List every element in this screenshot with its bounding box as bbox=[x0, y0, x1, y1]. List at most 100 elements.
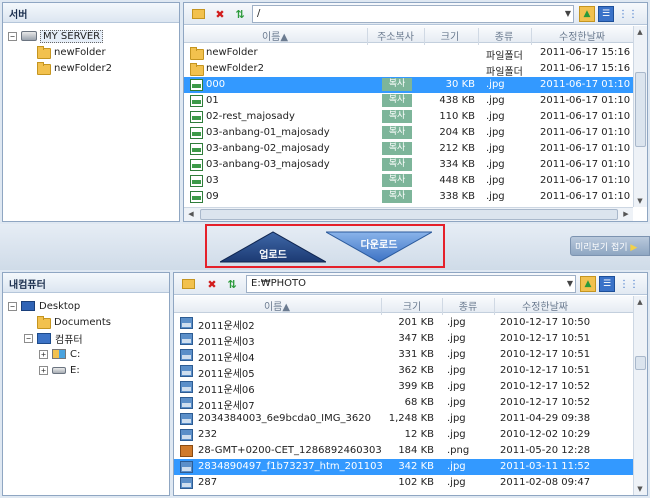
column-modified[interactable]: 수정한날짜 bbox=[532, 28, 632, 43]
copy-address-button[interactable]: 복사 bbox=[382, 142, 412, 155]
tree-item-my-server[interactable]: − MY SERVER bbox=[8, 28, 104, 44]
server-horizontal-scrollbar[interactable]: ◀ ▶ bbox=[184, 207, 633, 221]
copy-address-button[interactable]: 복사 bbox=[382, 174, 412, 187]
file-type: 파일폴더 bbox=[486, 51, 523, 62]
chevron-down-icon[interactable]: ▼ bbox=[567, 279, 573, 288]
tree-item-newfolder2[interactable]: newFolder2 bbox=[37, 60, 112, 76]
folder-icon bbox=[37, 46, 51, 59]
refresh-button[interactable]: ⇅ bbox=[232, 6, 248, 22]
table-row[interactable]: 2011운세04 331 KB .jpg 2010-12-17 10:51 bbox=[174, 347, 633, 364]
jpg-file-icon bbox=[190, 159, 203, 171]
column-size[interactable]: 크기 bbox=[425, 28, 475, 43]
collapse-icon[interactable]: − bbox=[8, 31, 17, 41]
file-type: .jpg bbox=[486, 159, 505, 170]
upload-button[interactable]: 업로드 bbox=[218, 230, 328, 264]
scroll-thumb[interactable] bbox=[635, 72, 646, 147]
thumbnail-view-button[interactable]: ⋮⋮ bbox=[619, 276, 639, 292]
tree-item-documents[interactable]: Documents bbox=[37, 314, 111, 330]
tree-item-desktop[interactable]: − Desktop bbox=[8, 298, 80, 314]
table-row[interactable]: 03-anbang-02_majosady 복사 212 KB .jpg 2011-06… bbox=[184, 141, 633, 157]
file-name: 03-anbang-01_majosady bbox=[206, 127, 330, 138]
chevron-down-icon[interactable]: ▼ bbox=[565, 9, 571, 18]
image-file-icon bbox=[180, 365, 193, 377]
download-button[interactable]: 다운로드 bbox=[324, 230, 434, 264]
image-file-icon bbox=[180, 429, 193, 441]
tree-item-drive-e[interactable]: + E: bbox=[39, 362, 80, 378]
thumbnail-view-button[interactable]: ⋮⋮ bbox=[618, 6, 638, 22]
scroll-down-icon[interactable]: ▼ bbox=[634, 485, 646, 493]
parent-folder-button[interactable]: ▲ bbox=[580, 276, 596, 292]
delete-button[interactable]: ✖ bbox=[212, 6, 228, 22]
folder-icon bbox=[190, 47, 204, 60]
table-row[interactable]: 09 복사 338 KB .jpg 2011-06-17 01:10 bbox=[184, 189, 633, 205]
table-row[interactable]: 03 복사 448 KB .jpg 2011-06-17 01:10 bbox=[184, 173, 633, 189]
scroll-right-icon[interactable]: ▶ bbox=[620, 210, 632, 218]
table-row[interactable]: 03-anbang-03_majosady 복사 334 KB .jpg 2011-06… bbox=[184, 157, 633, 173]
copy-address-button[interactable]: 복사 bbox=[382, 158, 412, 171]
file-type: .jpg bbox=[486, 127, 505, 138]
server-vertical-scrollbar[interactable]: ▲ ▼ bbox=[633, 26, 647, 207]
refresh-button[interactable]: ⇅ bbox=[224, 276, 240, 292]
new-folder-button[interactable] bbox=[180, 276, 196, 292]
file-modified: 2011-06-17 15:16 bbox=[540, 47, 631, 58]
copy-address-button[interactable]: 복사 bbox=[382, 78, 412, 91]
table-row[interactable]: 232 12 KB .jpg 2010-12-02 10:29 bbox=[174, 427, 633, 443]
tree-item-computer[interactable]: − 컴퓨터 bbox=[24, 330, 83, 346]
column-copy[interactable]: 주소복사 bbox=[368, 28, 423, 43]
column-type[interactable]: 종류 bbox=[443, 298, 493, 313]
server-path-field[interactable]: / ▼ bbox=[252, 5, 574, 23]
tree-item-drive-c[interactable]: + C: bbox=[39, 346, 80, 362]
local-path-field[interactable]: E:₩PHOTO ▼ bbox=[246, 275, 576, 293]
scroll-up-icon[interactable]: ▲ bbox=[634, 298, 646, 306]
table-row[interactable]: 287 102 KB .jpg 2011-02-08 09:47 bbox=[174, 475, 633, 491]
table-row[interactable]: 2834890497_f1b73237_htm_20110309151 342 K… bbox=[174, 459, 633, 475]
file-name: 02-rest_majosady bbox=[206, 111, 295, 122]
copy-address-button[interactable]: 복사 bbox=[382, 110, 412, 123]
table-row[interactable]: 2011운세03 347 KB .jpg 2010-12-17 10:51 bbox=[174, 331, 633, 348]
column-name[interactable]: 이름▲ bbox=[184, 28, 366, 43]
file-modified: 2010-12-17 10:52 bbox=[500, 397, 591, 408]
file-type: .jpg bbox=[486, 111, 505, 122]
scroll-up-icon[interactable]: ▲ bbox=[634, 28, 646, 36]
list-view-icon: ☰ bbox=[602, 279, 612, 289]
table-row[interactable]: 28-GMT+0200-CET_1286892460303-e128 184 KB… bbox=[174, 443, 633, 459]
collapse-icon[interactable]: − bbox=[24, 333, 33, 343]
copy-address-button[interactable]: 복사 bbox=[382, 94, 412, 107]
table-row[interactable]: 2011운세07 68 KB .jpg 2010-12-17 10:52 bbox=[174, 395, 633, 412]
tree-item-newfolder[interactable]: newFolder bbox=[37, 44, 106, 60]
scroll-thumb[interactable] bbox=[635, 356, 646, 370]
table-row[interactable]: newFolder 파일폴더 2011-06-17 15:16 bbox=[184, 45, 633, 62]
computer-icon bbox=[37, 332, 51, 344]
scroll-thumb[interactable] bbox=[200, 209, 618, 220]
file-name: 287 bbox=[198, 477, 218, 488]
table-row[interactable]: 03-anbang-01_majosady 복사 204 KB .jpg 2011-06… bbox=[184, 125, 633, 141]
details-view-button[interactable]: ☰ bbox=[599, 276, 615, 292]
column-modified[interactable]: 수정한날짜 bbox=[495, 298, 595, 313]
table-row[interactable]: 2011운세06 399 KB .jpg 2010-12-17 10:52 bbox=[174, 379, 633, 396]
column-name[interactable]: 이름▲ bbox=[174, 298, 380, 313]
table-row[interactable]: 02-rest_majosady 복사 110 KB .jpg 2011-06-17 0… bbox=[184, 109, 633, 125]
new-folder-button[interactable] bbox=[190, 6, 206, 22]
file-modified: 2011-06-17 01:10 bbox=[540, 127, 631, 138]
table-row[interactable]: 000 복사 30 KB .jpg 2011-06-17 01:10 bbox=[184, 77, 633, 93]
table-row[interactable]: 01 복사 438 KB .jpg 2011-06-17 01:10 bbox=[184, 93, 633, 109]
expand-icon[interactable]: + bbox=[39, 365, 48, 375]
copy-address-button[interactable]: 복사 bbox=[382, 190, 412, 203]
table-row[interactable]: newFolder2 파일폴더 2011-06-17 15:16 bbox=[184, 61, 633, 78]
scroll-down-icon[interactable]: ▼ bbox=[634, 197, 646, 205]
table-row[interactable]: 2011운세02 201 KB .jpg 2010-12-17 10:50 bbox=[174, 315, 633, 332]
table-row[interactable]: 2034384003_6e9bcda0_IMG_3620 1,248 KB .jpg… bbox=[174, 411, 633, 427]
scroll-left-icon[interactable]: ◀ bbox=[185, 210, 197, 218]
column-type[interactable]: 종류 bbox=[479, 28, 529, 43]
delete-button[interactable]: ✖ bbox=[204, 276, 220, 292]
local-vertical-scrollbar[interactable]: ▲ ▼ bbox=[633, 296, 647, 495]
copy-address-button[interactable]: 복사 bbox=[382, 126, 412, 139]
file-modified: 2011-06-17 01:10 bbox=[540, 111, 631, 122]
table-row[interactable]: 2011운세05 362 KB .jpg 2010-12-17 10:51 bbox=[174, 363, 633, 380]
column-size[interactable]: 크기 bbox=[382, 298, 442, 313]
preview-toggle-button[interactable]: 미리보기 접기 ▶ bbox=[570, 236, 650, 256]
collapse-icon[interactable]: − bbox=[8, 301, 17, 311]
details-view-button[interactable]: ☰ bbox=[598, 6, 614, 22]
parent-folder-button[interactable]: ▲ bbox=[579, 6, 595, 22]
expand-icon[interactable]: + bbox=[39, 349, 48, 359]
